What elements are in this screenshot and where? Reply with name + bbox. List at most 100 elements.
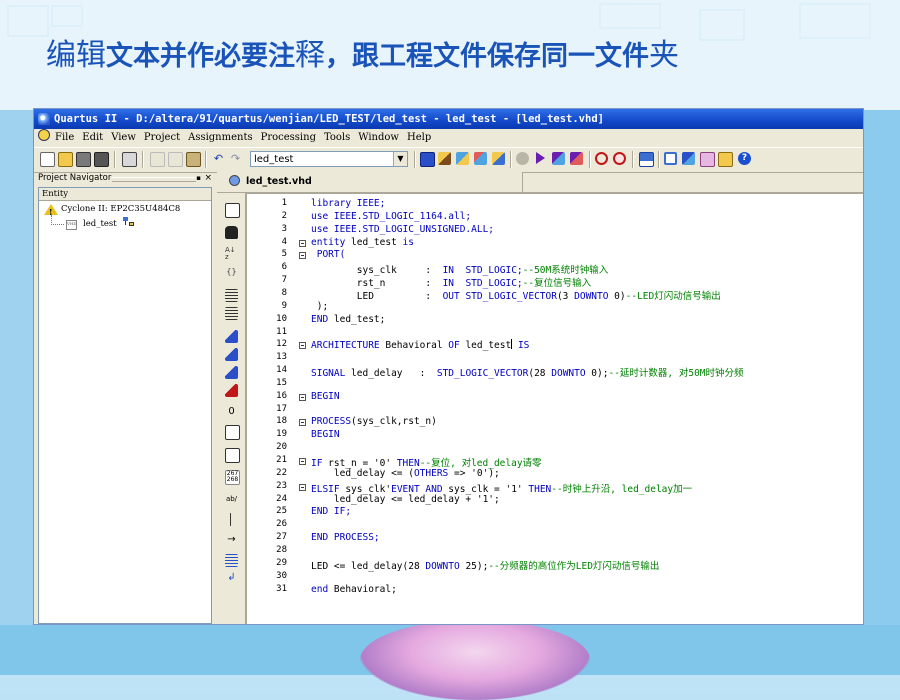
code-line[interactable]: LED : OUT STD_LOGIC_VECTOR(3 DOWNTO 0)--…: [311, 288, 721, 302]
start-compilation-icon[interactable]: [536, 152, 545, 164]
save-all-icon[interactable]: [94, 152, 109, 167]
print-icon[interactable]: [122, 152, 137, 167]
copy-icon[interactable]: [168, 152, 183, 167]
fold-toggle-icon[interactable]: [299, 458, 306, 465]
quartus-app-icon[interactable]: [38, 113, 50, 125]
code-line[interactable]: END PROCESS;: [311, 532, 380, 543]
code-comment: --分频器的高位作为LED灯闪动信号输出: [488, 560, 660, 572]
bookmark-clear-icon[interactable]: [225, 384, 238, 397]
insert-block-icon[interactable]: {}: [225, 267, 238, 280]
menu-assignments[interactable]: Assignments: [188, 132, 253, 143]
timing-analyzer-icon[interactable]: [613, 152, 626, 165]
window-titlebar[interactable]: Quartus II - D:/altera/91/quartus/wenjia…: [34, 109, 863, 129]
save-icon[interactable]: [76, 152, 91, 167]
document-tab[interactable]: led_test.vhd: [217, 172, 522, 193]
code-area[interactable]: library IEEE; use IEEE.STD_LOGIC_1164.all…: [311, 194, 863, 624]
chip-planner-icon[interactable]: [474, 152, 487, 165]
analysis-icon[interactable]: [552, 152, 565, 165]
menu-project[interactable]: Project: [144, 132, 180, 143]
goto-line-icon[interactable]: →: [225, 533, 238, 546]
entity-node[interactable]: VHD led_test: [39, 215, 211, 232]
code-line[interactable]: PORT(: [311, 249, 346, 261]
code-line[interactable]: entity led_test is: [311, 237, 414, 248]
line-number-icon[interactable]: 267 268: [225, 470, 240, 485]
dock-icon[interactable]: ▪: [196, 172, 201, 185]
code-line[interactable]: BEGIN: [311, 429, 340, 440]
chip-editor-icon[interactable]: [718, 152, 733, 167]
close-icon[interactable]: ×: [204, 172, 212, 185]
line-icon[interactable]: [230, 513, 231, 526]
fold-toggle-icon[interactable]: [299, 393, 306, 401]
code-line[interactable]: use IEEE.STD_LOGIC_1164.all;: [311, 211, 471, 222]
menu-processing[interactable]: Processing: [261, 132, 316, 143]
assignment-editor-icon[interactable]: [438, 152, 451, 165]
timing-icon[interactable]: [570, 152, 583, 165]
rtl-viewer-icon[interactable]: [682, 152, 695, 165]
code-line[interactable]: end Behavioral;: [311, 584, 397, 595]
code-line[interactable]: ARCHITECTURE Behavioral OF led_test IS: [311, 339, 529, 351]
menu-tools[interactable]: Tools: [324, 132, 350, 143]
open-icon[interactable]: [58, 152, 73, 167]
code-line[interactable]: END led_test;: [311, 314, 385, 325]
template-icon[interactable]: [225, 425, 240, 440]
code-text: led_delay <= (: [311, 467, 414, 479]
bookmark-prev-icon[interactable]: [225, 366, 238, 379]
insert-template-icon[interactable]: [225, 203, 240, 218]
code-keyword: PORT(: [311, 249, 346, 261]
fitter-icon[interactable]: [595, 152, 608, 165]
simulator-icon[interactable]: [639, 152, 654, 167]
fold-toggle-icon[interactable]: [299, 239, 306, 247]
fold-toggle-icon[interactable]: [299, 252, 306, 260]
code-comment: --时钟上升沿, led_delay加一: [551, 483, 693, 495]
settings-icon[interactable]: [456, 152, 469, 165]
code-line[interactable]: END IF;: [311, 506, 351, 517]
code-line[interactable]: led_delay <= (OTHERS => '0');: [311, 468, 500, 479]
compile-file-icon[interactable]: [225, 448, 240, 463]
code-line[interactable]: SIGNAL led_delay : STD_LOGIC_VECTOR(28 D…: [311, 365, 744, 379]
fold-toggle-icon[interactable]: [299, 342, 306, 350]
bookmark-toggle-icon[interactable]: [225, 330, 238, 343]
entity-column-header[interactable]: Entity: [39, 188, 211, 201]
abc-icon[interactable]: ab/: [225, 493, 238, 506]
list-icon[interactable]: [225, 554, 238, 567]
wrap-icon[interactable]: ↲: [225, 571, 238, 584]
code-line[interactable]: use IEEE.STD_LOGIC_UNSIGNED.ALL;: [311, 224, 494, 235]
pin-planner-icon[interactable]: [420, 152, 435, 167]
new-icon[interactable]: [40, 152, 55, 167]
bookmark-next-icon[interactable]: [225, 348, 238, 361]
menu-window[interactable]: Window: [358, 132, 399, 143]
code-line[interactable]: PROCESS(sys_clk,rst_n): [311, 416, 437, 427]
code-line[interactable]: led_delay <= led_delay + '1';: [311, 494, 500, 505]
stop-icon[interactable]: [516, 152, 529, 165]
chip-editor-icon[interactable]: [700, 152, 715, 167]
fold-toggle-icon[interactable]: [299, 419, 306, 427]
menu-view[interactable]: View: [111, 132, 136, 143]
code-editor[interactable]: 1 2 3 4 5 6 7 8 9 10 11 12 13 14 15 16 17 18 19 20 21 22 23 24 2…: [246, 193, 863, 624]
code-line[interactable]: BEGIN: [311, 391, 340, 402]
programmer-icon[interactable]: [664, 152, 677, 165]
find-icon[interactable]: [225, 226, 238, 239]
line-number: 23: [276, 480, 287, 491]
unindent-icon[interactable]: [225, 307, 238, 320]
paste-icon[interactable]: [186, 152, 201, 167]
code-line[interactable]: LED <= led_delay(28 DOWNTO 25);--分频器的高位作…: [311, 558, 659, 572]
fold-toggle-icon[interactable]: [299, 483, 306, 491]
code-line[interactable]: );: [311, 301, 328, 312]
attach-icon[interactable]: 0: [225, 405, 238, 418]
help-icon[interactable]: ?: [738, 152, 751, 165]
undo-icon[interactable]: ↶: [212, 152, 225, 165]
indent-icon[interactable]: [225, 289, 238, 302]
chevron-down-icon[interactable]: ▼: [393, 152, 407, 166]
code-line[interactable]: library IEEE;: [311, 198, 385, 209]
drag-grip[interactable]: [112, 177, 196, 182]
cut-icon[interactable]: [150, 152, 165, 167]
toggle-case-icon[interactable]: A↓ z: [225, 247, 238, 261]
entity-select[interactable]: led_test ▼: [250, 151, 408, 167]
design-partitions-icon[interactable]: [492, 152, 505, 165]
menu-help[interactable]: Help: [407, 132, 431, 143]
device-node[interactable]: Cyclone II: EP2C35U484C8: [39, 202, 211, 220]
menu-file[interactable]: File: [55, 132, 74, 143]
redo-icon[interactable]: ↷: [229, 152, 242, 165]
menu-edit[interactable]: Edit: [82, 132, 103, 143]
document-menu-icon[interactable]: [38, 129, 50, 141]
